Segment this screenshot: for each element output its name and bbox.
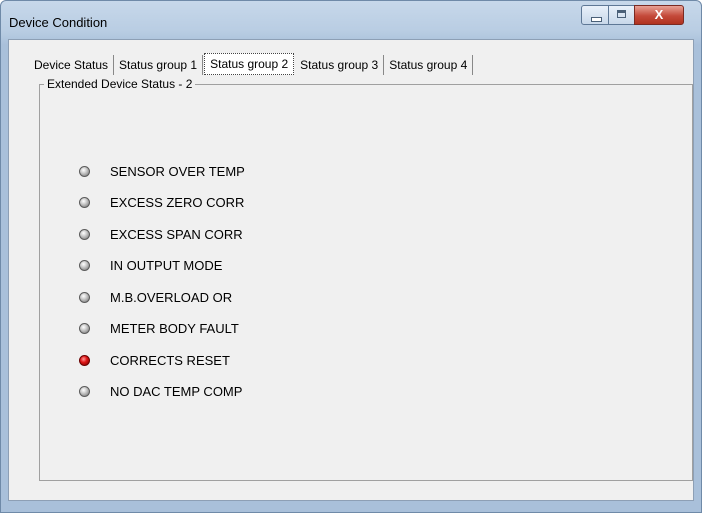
status-led-icon: [79, 229, 90, 240]
status-label: METER BODY FAULT: [110, 321, 239, 336]
tab-device-status[interactable]: Device Status: [29, 55, 115, 75]
close-icon: X: [654, 7, 664, 22]
tab-status-group-3[interactable]: Status group 3: [295, 55, 385, 75]
window-title: Device Condition: [9, 15, 108, 30]
status-led-icon: [79, 166, 90, 177]
maximize-icon: [617, 10, 626, 18]
status-led-icon: [79, 260, 90, 271]
minimize-button[interactable]: [581, 5, 609, 25]
status-label: SENSOR OVER TEMP: [110, 164, 245, 179]
status-led-icon: [79, 197, 90, 208]
status-led-icon: [79, 292, 90, 303]
extended-device-status-group: Extended Device Status - 2: [39, 77, 693, 481]
tab-status-group-2[interactable]: Status group 2: [204, 53, 295, 75]
maximize-button[interactable]: [608, 5, 635, 25]
status-led-icon: [79, 386, 90, 397]
tab-status-group-4[interactable]: Status group 4: [384, 55, 474, 75]
status-led-icon: [79, 323, 90, 334]
status-led-on-icon: [79, 355, 90, 366]
status-label: EXCESS SPAN CORR: [110, 227, 243, 242]
device-condition-window: Device Condition X Device Status Status …: [0, 0, 702, 513]
tab-strip: Device Status Status group 1 Status grou…: [29, 53, 474, 75]
group-title: Extended Device Status - 2: [44, 77, 196, 91]
tab-status-group-1[interactable]: Status group 1: [114, 55, 204, 75]
status-label: NO DAC TEMP COMP: [110, 384, 243, 399]
close-button[interactable]: X: [634, 5, 684, 25]
status-label: IN OUTPUT MODE: [110, 258, 223, 273]
status-label: EXCESS ZERO CORR: [110, 195, 245, 210]
status-label: CORRECTS RESET: [110, 353, 230, 368]
status-label: M.B.OVERLOAD OR: [110, 290, 233, 305]
minimize-icon: [591, 17, 602, 22]
